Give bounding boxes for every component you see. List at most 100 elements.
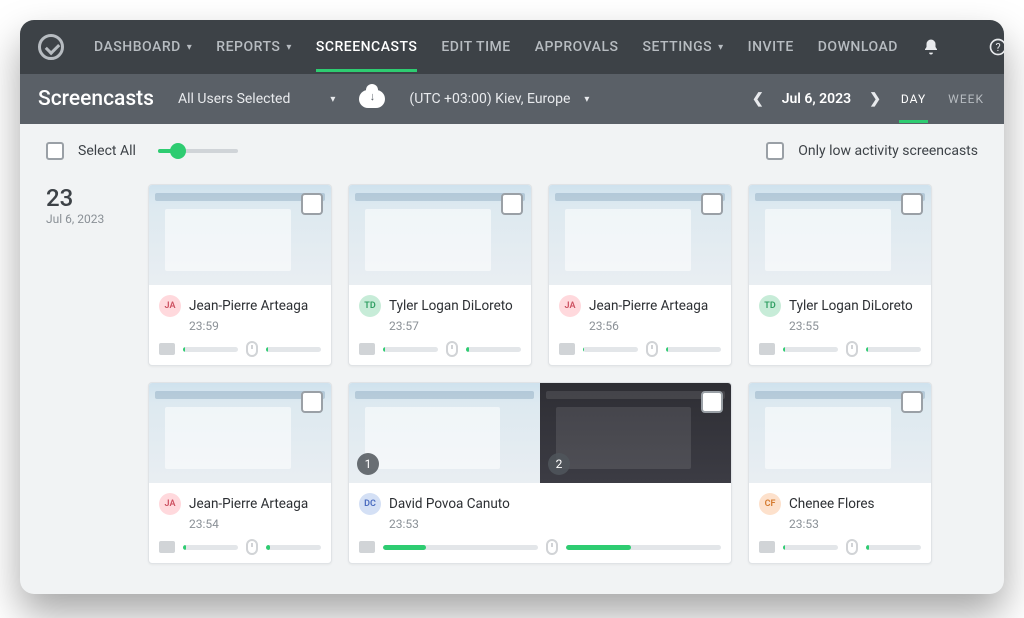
capture-time: 23:59 (189, 319, 321, 333)
capture-time: 23:56 (589, 319, 721, 333)
chevron-down-icon: ▾ (584, 94, 589, 105)
range-week[interactable]: WEEK (946, 75, 986, 123)
card-checkbox[interactable] (501, 193, 523, 215)
screenshot-card[interactable]: JA Jean-Pierre Arteaga 23:54 (148, 382, 332, 564)
chevron-down-icon: ▾ (286, 42, 292, 53)
card-checkbox[interactable] (301, 391, 323, 413)
screenshot-card[interactable]: TD Tyler Logan DiLoreto 23:55 (748, 184, 932, 366)
mouse-icon (846, 539, 858, 555)
mouse-icon (646, 341, 658, 357)
screenshot-thumbnail[interactable] (349, 185, 531, 285)
screenshot-thumbnail[interactable] (749, 383, 931, 483)
nav-screencasts[interactable]: SCREENCASTS (316, 39, 417, 55)
range-toggle: DAY WEEK (899, 75, 986, 123)
card-checkbox[interactable] (701, 193, 723, 215)
chevron-down-icon: ▾ (187, 42, 193, 53)
screenshot-thumbnail[interactable] (549, 185, 731, 285)
mouse-activity-bar (566, 545, 721, 550)
screenshot-card[interactable]: JA Jean-Pierre Arteaga 23:56 (548, 184, 732, 366)
user-avatar: TD (759, 295, 781, 317)
screen-number-badge: 1 (357, 453, 379, 475)
user-name: Chenee Flores (789, 496, 875, 512)
chevron-down-icon: ▾ (330, 94, 335, 105)
mouse-activity-bar (866, 347, 921, 352)
keyboard-icon (359, 541, 375, 553)
range-day[interactable]: DAY (899, 75, 928, 123)
card-checkbox[interactable] (701, 391, 723, 413)
next-day-button[interactable]: ❯ (869, 91, 881, 107)
mouse-icon (446, 341, 458, 357)
nav-settings[interactable]: SETTINGS▾ (643, 39, 724, 55)
nav-download[interactable]: DOWNLOAD (818, 39, 898, 55)
screenshot-thumbnail[interactable] (749, 185, 931, 285)
keyboard-activity-bar (783, 545, 838, 550)
card-checkbox[interactable] (901, 391, 923, 413)
hour-label: 23 (46, 184, 126, 212)
user-filter-dropdown[interactable]: All Users Selected ▾ (178, 91, 335, 107)
capture-time: 23:53 (789, 517, 921, 531)
prev-day-button[interactable]: ❮ (752, 91, 764, 107)
user-avatar: DC (359, 493, 381, 515)
nav-invite[interactable]: INVITE (748, 39, 794, 55)
user-avatar: JA (559, 295, 581, 317)
bell-icon[interactable] (922, 37, 940, 57)
user-name: Jean-Pierre Arteaga (589, 298, 708, 314)
mouse-icon (246, 539, 258, 555)
user-avatar: JA (159, 493, 181, 515)
mouse-activity-bar (866, 545, 921, 550)
capture-time: 23:55 (789, 319, 921, 333)
keyboard-activity-bar (583, 347, 638, 352)
activity-threshold-slider[interactable] (158, 149, 238, 153)
content-area: 23 Jul 6, 2023 JAJean-Pierre Arteaga23:5… (20, 166, 1004, 594)
select-all-checkbox[interactable] (46, 142, 64, 160)
only-low-label: Only low activity screencasts (798, 143, 978, 159)
mouse-activity-bar (666, 347, 721, 352)
nav-dashboard[interactable]: DASHBOARD▾ (94, 39, 192, 55)
keyboard-activity-bar (183, 545, 238, 550)
app-window: DASHBOARD▾ REPORTS▾ SCREENCASTS EDIT TIM… (20, 20, 1004, 594)
keyboard-activity-bar (183, 347, 238, 352)
user-name: Jean-Pierre Arteaga (189, 496, 308, 512)
keyboard-icon (359, 343, 375, 355)
user-avatar: TD (359, 295, 381, 317)
mouse-icon (246, 341, 258, 357)
screenshot-card[interactable]: 12DCDavid Povoa Canuto23:53 (348, 382, 732, 564)
card-checkbox[interactable] (901, 193, 923, 215)
screenshot-grid: JAJean-Pierre Arteaga23:59TDTyler Logan … (148, 184, 978, 564)
mouse-icon (546, 539, 558, 555)
user-name: David Povoa Canuto (389, 496, 510, 512)
nav-reports[interactable]: REPORTS▾ (216, 39, 292, 55)
only-low-checkbox[interactable] (766, 142, 784, 160)
keyboard-activity-bar (783, 347, 838, 352)
cloud-download-icon[interactable] (359, 90, 385, 108)
mouse-icon (846, 341, 858, 357)
date-navigator: ❮ Jul 6, 2023 ❯ DAY WEEK (752, 75, 986, 123)
filter-bar: Select All Only low activity screencasts (20, 124, 1004, 166)
mouse-activity-bar (266, 347, 321, 352)
nav-edit-time[interactable]: EDIT TIME (441, 39, 510, 55)
chevron-down-icon: ▾ (718, 42, 724, 53)
keyboard-icon (759, 343, 775, 355)
user-name: Tyler Logan DiLoreto (389, 298, 513, 314)
logo-icon (38, 34, 64, 60)
screenshot-card[interactable]: TDTyler Logan DiLoreto23:57 (348, 184, 532, 366)
screenshot-thumbnail[interactable] (149, 383, 331, 483)
mouse-activity-bar (266, 545, 321, 550)
user-avatar: CF (759, 493, 781, 515)
screenshot-thumbnail[interactable]: 12 (349, 383, 731, 483)
nav-approvals[interactable]: APPROVALS (535, 39, 619, 55)
screenshot-card[interactable]: JAJean-Pierre Arteaga23:59 (148, 184, 332, 366)
card-checkbox[interactable] (301, 193, 323, 215)
help-icon[interactable]: ? (988, 37, 1004, 57)
screen-number-badge: 2 (548, 453, 570, 475)
keyboard-icon (559, 343, 575, 355)
screenshot-thumbnail[interactable] (149, 185, 331, 285)
svg-text:?: ? (995, 41, 1000, 54)
screenshot-card[interactable]: CF Chenee Flores 23:53 (748, 382, 932, 564)
hour-date-label: Jul 6, 2023 (46, 212, 126, 226)
top-nav: DASHBOARD▾ REPORTS▾ SCREENCASTS EDIT TIM… (20, 20, 1004, 74)
user-name: Tyler Logan DiLoreto (789, 298, 913, 314)
timezone-dropdown[interactable]: (UTC +03:00) Kiev, Europe ▾ (409, 91, 589, 107)
current-date[interactable]: Jul 6, 2023 (782, 91, 852, 107)
capture-time: 23:54 (189, 517, 321, 531)
